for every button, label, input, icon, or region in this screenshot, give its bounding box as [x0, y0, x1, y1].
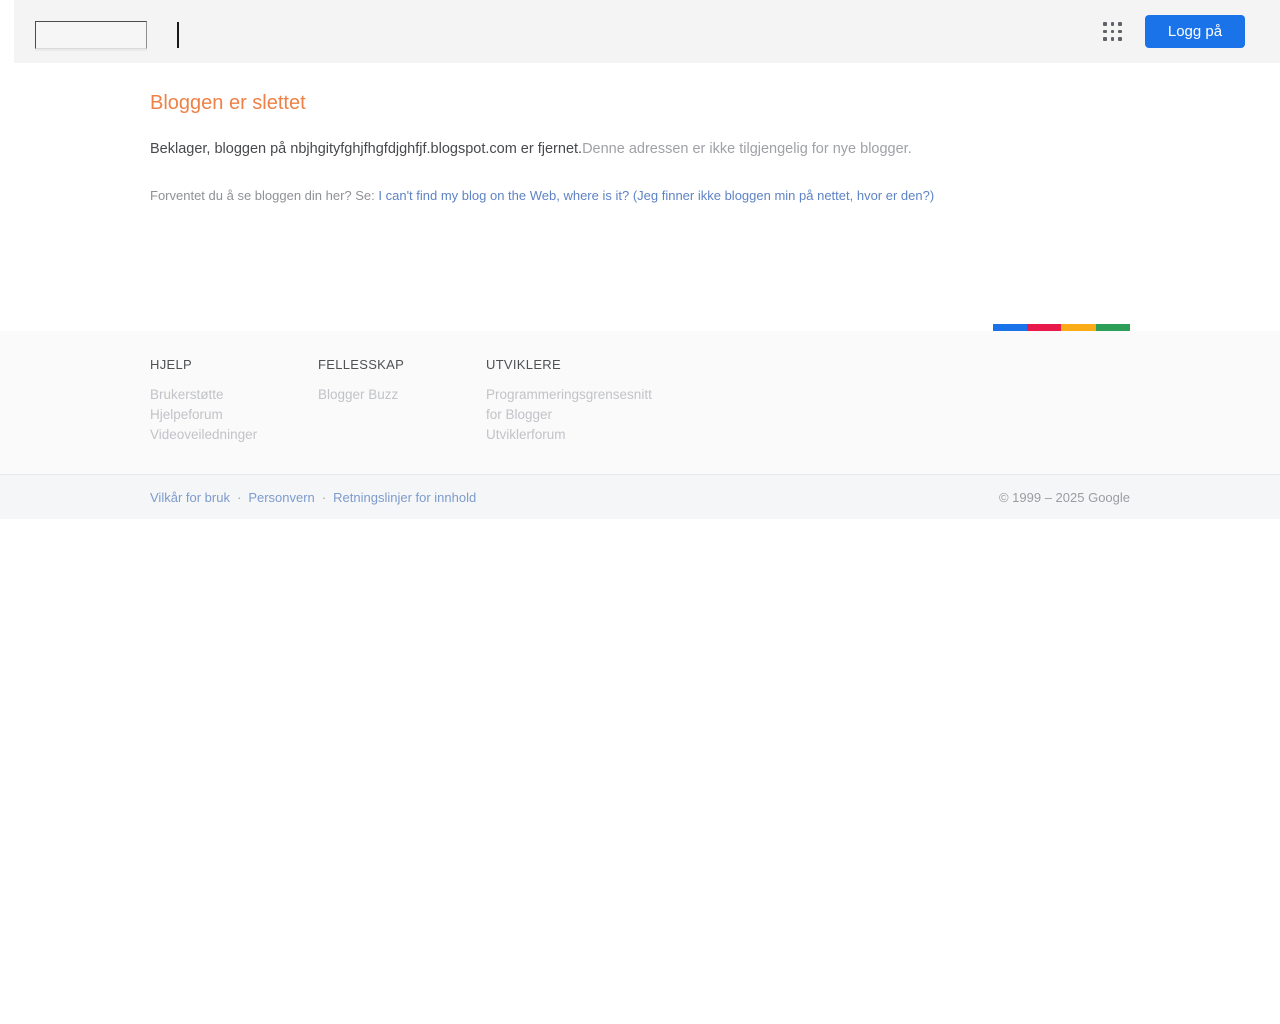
footer-column-community: FELLESSKAP Blogger Buzz — [318, 357, 486, 445]
page-title: Bloggen er slettet — [150, 92, 306, 114]
color-bar-green — [1096, 324, 1130, 331]
blogger-logo-placeholder[interactable] — [35, 21, 147, 49]
apps-grid-dot — [1110, 22, 1115, 26]
text-caret — [177, 22, 179, 48]
footer-heading-help: HJELP — [150, 357, 192, 372]
help-link[interactable]: I can't find my blog on the Web, where i… — [378, 188, 934, 203]
apps-grid-dot — [1118, 37, 1122, 41]
legal-link-content-policy[interactable]: Retningslinjer for innhold — [333, 490, 476, 505]
footer-column-help: HJELP Brukerstøtte Hjelpeforum Videoveil… — [150, 357, 318, 445]
footer-link-blogger-buzz[interactable]: Blogger Buzz — [318, 385, 486, 405]
header-actions: Logg på — [1103, 0, 1245, 63]
deletion-message-primary: Beklager, bloggen på nbjhgityfghjfhgfdjg… — [150, 141, 583, 157]
footer: HJELP Brukerstøtte Hjelpeforum Videoveil… — [0, 331, 1280, 474]
footer-legal-bar: Vilkår for bruk · Personvern · Retningsl… — [0, 474, 1280, 519]
color-bar-blue — [993, 324, 1027, 331]
apps-grid-dot — [1118, 29, 1122, 34]
footer-link-brukerstotte[interactable]: Brukerstøtte — [150, 385, 318, 405]
footer-link-api[interactable]: Programmeringsgrensesnitt for Blogger — [486, 385, 652, 425]
help-prompt: Forventet du å se bloggen din her? Se: — [150, 188, 379, 203]
header: Logg på — [14, 0, 1280, 63]
deletion-message: Beklager, bloggen på nbjhgityfghjfhgfdjg… — [150, 141, 1130, 157]
apps-grid-dot — [1110, 29, 1115, 34]
apps-grid-dot — [1103, 37, 1107, 41]
footer-column-developers: UTVIKLERE Programmeringsgrensesnitt for … — [486, 357, 654, 445]
legal-separator: · — [321, 489, 327, 505]
color-bar-yellow — [1061, 324, 1096, 331]
apps-grid-dot — [1118, 22, 1122, 26]
legal-links: Vilkår for bruk · Personvern · Retningsl… — [150, 490, 476, 505]
footer-link-videoveiledninger[interactable]: Videoveiledninger — [150, 425, 318, 445]
legal-link-privacy[interactable]: Personvern — [248, 490, 314, 505]
copyright-text: © 1999 – 2025 Google — [998, 489, 1130, 505]
color-bar-red — [1027, 324, 1061, 331]
deletion-message-secondary: Denne adressen er ikke tilgjengelig for … — [582, 141, 912, 157]
help-line: Forventet du å se bloggen din her? Se: I… — [150, 188, 1130, 203]
footer-heading-developers: UTVIKLERE — [486, 357, 561, 372]
legal-separator: · — [236, 489, 242, 505]
footer-link-utviklerforum[interactable]: Utviklerforum — [486, 425, 654, 445]
apps-grid-dot — [1103, 22, 1107, 26]
apps-grid-icon[interactable] — [1103, 22, 1122, 41]
apps-grid-dot — [1110, 37, 1115, 41]
google-color-bar — [993, 324, 1130, 331]
main-content: Bloggen er slettet Beklager, bloggen på … — [0, 63, 1280, 331]
login-button[interactable]: Logg på — [1145, 15, 1245, 48]
footer-link-hjelpeforum[interactable]: Hjelpeforum — [150, 405, 318, 425]
footer-heading-community: FELLESSKAP — [318, 357, 405, 372]
apps-grid-dot — [1103, 29, 1107, 34]
legal-link-terms[interactable]: Vilkår for bruk — [150, 490, 230, 505]
